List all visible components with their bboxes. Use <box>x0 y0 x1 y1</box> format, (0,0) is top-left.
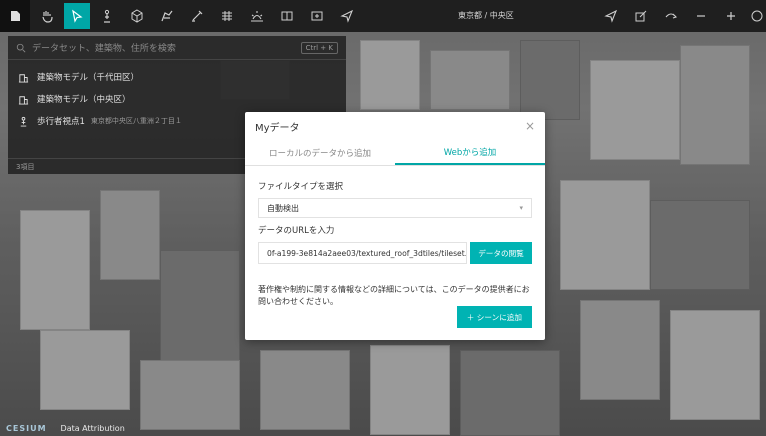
modal-title: Myデータ <box>255 122 300 134</box>
layers-icon <box>222 11 232 21</box>
building-icon <box>18 73 29 83</box>
location-arrow-icon <box>604 9 618 23</box>
sun-tool-button[interactable] <box>244 3 270 29</box>
current-area-label: 東京都 / 中央区 <box>458 11 514 20</box>
add-to-scene-button[interactable]: ＋ シーンに追加 <box>456 306 532 328</box>
my-data-modal: Myデータ × ローカルのデータから追加 Webから追加 ファイルタイプを選択 … <box>245 112 545 340</box>
search-result-label: 歩行者視点1 <box>37 117 85 127</box>
navigate-tool-button[interactable] <box>334 3 360 29</box>
url-input[interactable]: 0f-a199-3e814a2aee03/textured_roof_3dtil… <box>258 242 467 264</box>
chevron-down-icon: ▾ <box>519 204 523 212</box>
search-icon <box>16 43 26 52</box>
toolbar-right-group <box>594 3 766 29</box>
edit-icon <box>635 10 647 22</box>
story-icon <box>311 11 323 21</box>
data-attribution-link[interactable]: Data Attribution <box>61 424 125 433</box>
modal-tabs: ローカルのデータから追加 Webから追加 <box>245 140 545 166</box>
search-bar[interactable]: データセット、建築物、住所を検索 Ctrl + K <box>8 36 346 60</box>
search-result-item[interactable]: 建築物モデル（中央区） <box>8 88 346 110</box>
minus-icon <box>697 15 705 17</box>
search-result-address: 東京都中央区八重洲２丁目１ <box>90 117 182 125</box>
sketch-tool-button[interactable] <box>154 3 180 29</box>
plus-icon <box>727 12 735 20</box>
cursor-icon <box>72 9 83 23</box>
modal-header: Myデータ × <box>245 112 545 140</box>
compass-icon <box>751 10 763 22</box>
cube-icon <box>131 9 143 23</box>
shape-tool-button[interactable] <box>124 3 150 29</box>
share-icon <box>665 13 678 19</box>
edit-button[interactable] <box>628 3 654 29</box>
tab-local-data[interactable]: ローカルのデータから追加 <box>245 140 395 165</box>
filetype-select[interactable]: 自動検出 ▾ <box>258 198 532 218</box>
hand-icon <box>42 11 53 23</box>
pedestrian-icon <box>20 116 27 127</box>
close-icon[interactable]: × <box>525 119 535 133</box>
split-icon <box>281 11 293 21</box>
split-view-button[interactable] <box>274 3 300 29</box>
search-result-label: 建築物モデル（千代田区） <box>37 73 140 83</box>
pedestrian-icon <box>104 9 110 23</box>
search-shortcut-badge: Ctrl + K <box>300 41 338 54</box>
sun-icon <box>251 11 263 22</box>
location-button[interactable] <box>598 3 624 29</box>
zoom-out-button[interactable] <box>688 3 714 29</box>
hand-tool-button[interactable] <box>34 3 60 29</box>
pen-icon <box>192 10 203 22</box>
url-row: 0f-a199-3e814a2aee03/textured_roof_3dtil… <box>258 242 532 264</box>
search-result-item[interactable]: 建築物モデル（千代田区） <box>8 66 346 88</box>
pedestrian-tool-button[interactable] <box>94 3 120 29</box>
app-logo[interactable] <box>0 0 30 32</box>
navigate-icon <box>340 9 354 23</box>
copyright-note: 著作権や制約に関する情報などの詳細については、このデータの提供者にお問い合わせく… <box>258 285 530 306</box>
sketch-icon <box>161 10 173 22</box>
url-label: データのURLを入力 <box>258 226 335 236</box>
zoom-in-button[interactable] <box>718 3 744 29</box>
select-tool-button[interactable] <box>64 3 90 29</box>
compass-button[interactable] <box>748 3 766 29</box>
share-button[interactable] <box>658 3 684 29</box>
logo-icon <box>11 11 20 21</box>
building-icon <box>18 95 29 105</box>
cesium-logo[interactable]: CESIUM <box>6 424 47 433</box>
filetype-value: 自動検出 <box>267 203 299 213</box>
browse-data-button[interactable]: データの閲覧 <box>470 242 532 264</box>
top-toolbar: 東京都 / 中央区 <box>0 0 766 32</box>
tab-web-data[interactable]: Webから追加 <box>395 140 545 165</box>
draw-tool-button[interactable] <box>184 3 210 29</box>
modal-body: ファイルタイプを選択 自動検出 ▾ データのURLを入力 0f-a199-3e8… <box>245 166 545 308</box>
layers-tool-button[interactable] <box>214 3 240 29</box>
search-result-label: 建築物モデル（中央区） <box>37 95 131 105</box>
filetype-label: ファイルタイプを選択 <box>258 182 344 192</box>
search-input[interactable]: データセット、建築物、住所を検索 <box>32 41 176 54</box>
map-credits: CESIUM Data Attribution <box>6 420 125 436</box>
story-tool-button[interactable] <box>304 3 330 29</box>
